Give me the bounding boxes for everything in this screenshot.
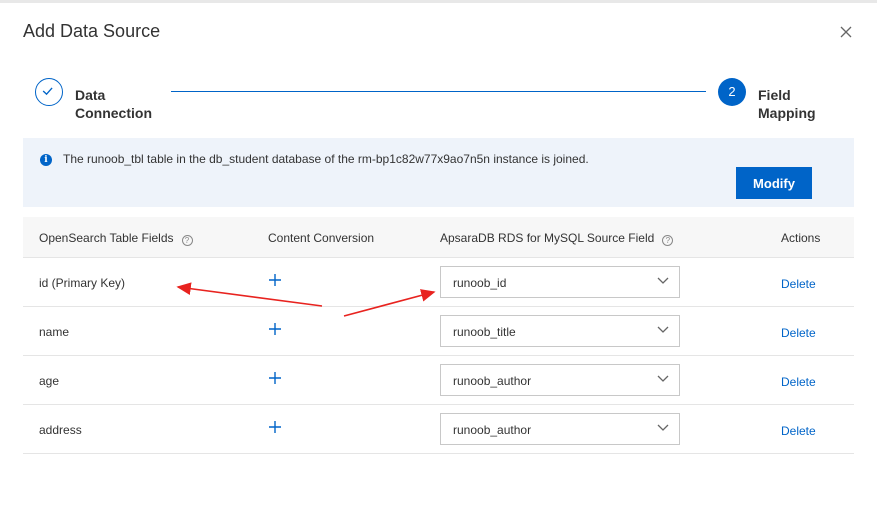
field-name: age — [39, 374, 60, 388]
step-data-connection-status — [35, 78, 63, 106]
plus-icon[interactable] — [267, 272, 283, 288]
info-banner: i The runoob_tbl table in the db_student… — [23, 138, 854, 207]
step-field-mapping-label: Field Mapping — [758, 86, 816, 122]
modify-button[interactable]: Modify — [736, 167, 812, 199]
table-row: address runoob_author Delete — [23, 405, 854, 454]
field-name: address — [39, 423, 82, 437]
delete-link[interactable]: Delete — [781, 326, 816, 340]
dialog-title: Add Data Source — [23, 21, 161, 41]
step-field-mapping-number: 2 — [718, 78, 746, 106]
plus-icon[interactable] — [267, 370, 283, 386]
step-label-line: Data — [75, 87, 106, 103]
plus-icon[interactable] — [267, 419, 283, 435]
plus-icon[interactable] — [267, 321, 283, 337]
header-field-label: OpenSearch Table Fields — [39, 231, 174, 245]
step-label-line: Field — [758, 87, 791, 103]
help-icon[interactable]: ? — [181, 235, 193, 246]
chevron-down-icon — [657, 277, 669, 284]
header-actions-col: Actions — [781, 231, 821, 245]
step-label-line: Connection — [75, 105, 152, 121]
header-conversion-col: Content Conversion — [268, 231, 375, 245]
select-value: runoob_id — [453, 276, 507, 290]
field-name: name — [39, 325, 70, 339]
source-field-select[interactable]: runoob_author — [440, 413, 680, 445]
header-source-col: ApsaraDB RDS for MySQL Source Field? — [440, 231, 674, 246]
step-label-line: Mapping — [758, 105, 816, 121]
table-row: age runoob_author Delete — [23, 356, 854, 405]
chevron-down-icon — [657, 375, 669, 382]
info-icon: i — [40, 154, 52, 166]
add-data-source-dialog: Add Data Source Data Connection 2 Field … — [0, 0, 877, 526]
check-icon — [42, 87, 53, 96]
header-source-label: ApsaraDB RDS for MySQL Source Field — [440, 231, 655, 245]
step-connector — [171, 91, 706, 92]
source-field-select[interactable]: runoob_author — [440, 364, 680, 396]
chevron-down-icon — [657, 326, 669, 333]
header-field-col: OpenSearch Table Fields? — [39, 231, 193, 246]
table-row: id (Primary Key) runoob_id Delete — [23, 258, 854, 307]
delete-link[interactable]: Delete — [781, 375, 816, 389]
select-value: runoob_author — [453, 374, 532, 388]
select-value: runoob_title — [453, 325, 516, 339]
banner-message: The runoob_tbl table in the db_student d… — [63, 152, 589, 166]
step-data-connection-label: Data Connection — [75, 86, 152, 122]
table-row: name runoob_title Delete — [23, 307, 854, 356]
chevron-down-icon — [657, 424, 669, 431]
close-icon[interactable] — [836, 22, 856, 42]
help-icon[interactable]: ? — [662, 235, 674, 246]
select-value: runoob_author — [453, 423, 532, 437]
delete-link[interactable]: Delete — [781, 424, 816, 438]
source-field-select[interactable]: runoob_id — [440, 266, 680, 298]
table-header: OpenSearch Table Fields? Content Convers… — [23, 217, 854, 258]
source-field-select[interactable]: runoob_title — [440, 315, 680, 347]
field-name: id (Primary Key) — [39, 276, 126, 290]
delete-link[interactable]: Delete — [781, 277, 816, 291]
